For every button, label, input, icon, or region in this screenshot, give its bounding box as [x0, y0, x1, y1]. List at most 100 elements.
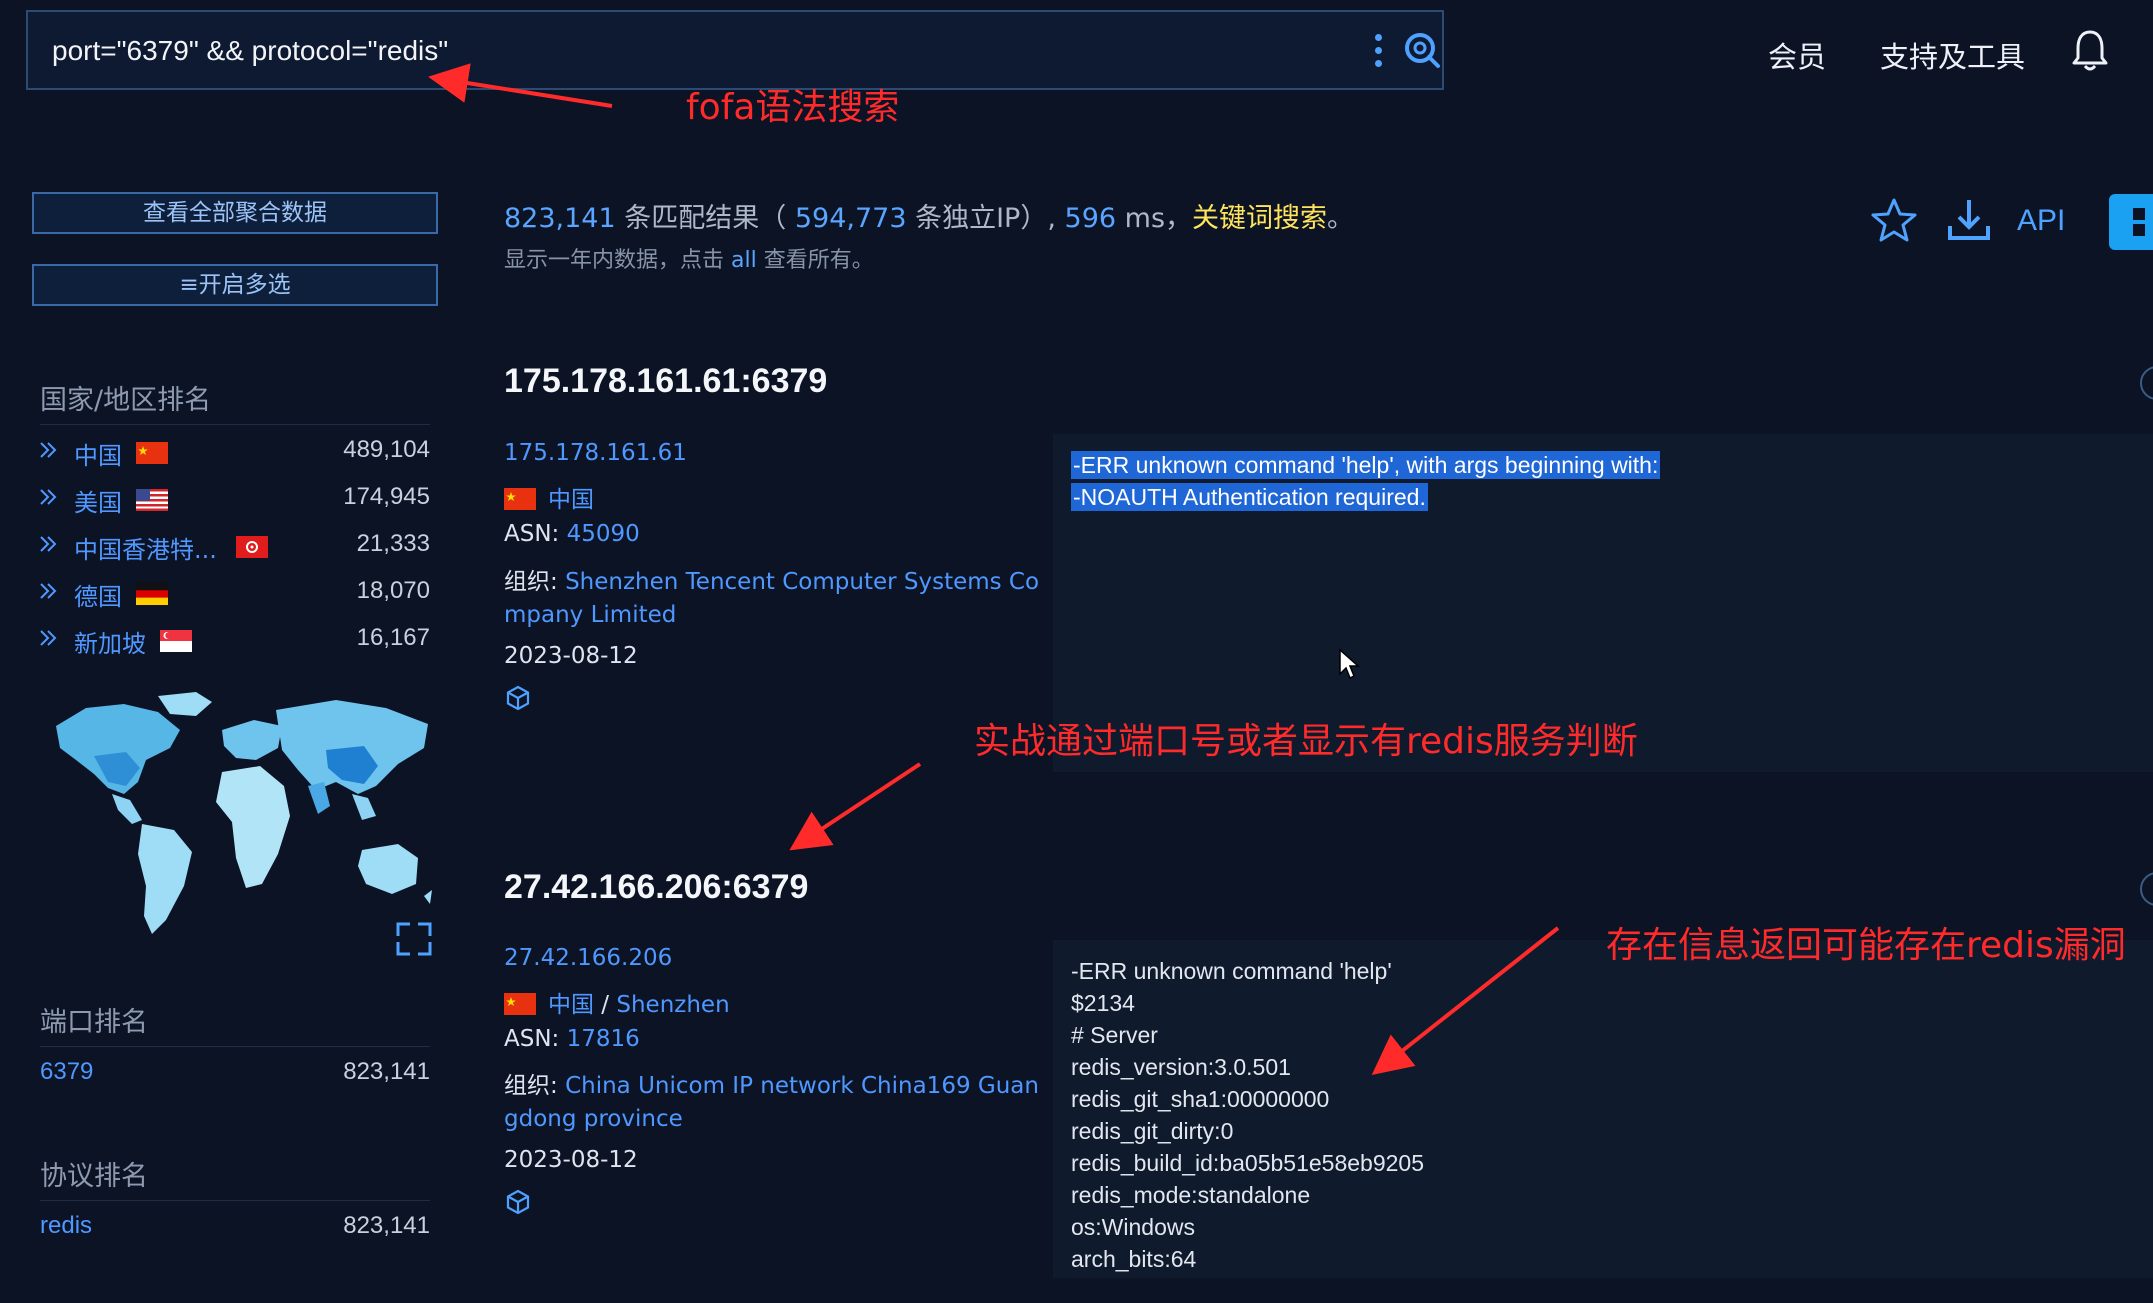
- enable-multi-select-button[interactable]: ≡开启多选: [32, 264, 438, 306]
- note-text: 查看所有。: [763, 248, 874, 273]
- org-link[interactable]: mpany Limited: [504, 602, 676, 628]
- org-link[interactable]: Shenzhen Tencent Computer Systems Co: [565, 569, 1039, 595]
- country-name: 中国: [74, 442, 122, 470]
- ip-link[interactable]: 175.178.161.61: [504, 440, 687, 466]
- result-banner[interactable]: -ERR unknown command 'help' $2134 # Serv…: [1053, 940, 2153, 1278]
- nav-membership-link[interactable]: 会员: [1768, 34, 1826, 76]
- protocol-label[interactable]: redis: [40, 1212, 92, 1240]
- country-link[interactable]: 中国: [548, 992, 594, 1018]
- summary-text: ms，: [1124, 203, 1193, 234]
- country-row-china[interactable]: 中国 489,104: [38, 434, 430, 470]
- country-count: 489,104: [343, 436, 430, 463]
- result-asn: ASN: 17816: [504, 1026, 640, 1052]
- city-link[interactable]: Shenzhen: [616, 992, 729, 1018]
- result-ip[interactable]: 175.178.161.61: [504, 440, 687, 466]
- china-flag-icon: [504, 488, 536, 510]
- download-icon[interactable]: [1945, 196, 1993, 244]
- bell-icon[interactable]: [2070, 28, 2110, 72]
- annotation-search-syntax: fofa语法搜索: [686, 87, 900, 128]
- hongkong-flag-icon: [236, 536, 268, 558]
- result-org: 组织: Shenzhen Tencent Computer Systems Co: [504, 562, 1039, 596]
- result-org-cont: gdong province: [504, 1106, 683, 1132]
- banner-line: # Server: [1071, 1022, 1158, 1048]
- country-name: 德国: [74, 583, 122, 611]
- asn-label: ASN:: [504, 1026, 560, 1052]
- result-org-cont: mpany Limited: [504, 602, 676, 628]
- divider: [40, 424, 430, 425]
- total-results: 823,141: [504, 203, 616, 234]
- banner-line: -NOAUTH Authentication required.: [1071, 483, 1428, 511]
- unique-ip-count: 594,773: [794, 203, 907, 234]
- search-input[interactable]: [50, 26, 1334, 76]
- asn-link[interactable]: 45090: [567, 521, 640, 547]
- country-link[interactable]: 中国: [548, 487, 594, 513]
- nav-support-tools-link[interactable]: 支持及工具: [1880, 34, 2025, 76]
- org-label: 组织:: [504, 1073, 558, 1099]
- ip-link[interactable]: 27.42.166.206: [504, 945, 672, 971]
- protocol-stat-row[interactable]: redis 823,141: [40, 1212, 430, 1246]
- banner-line: -ERR unknown command 'help', with args b…: [1071, 451, 1661, 479]
- annotation-port-judge: 实战通过端口号或者显示有redis服务判断: [974, 721, 1638, 762]
- asn-label: ASN:: [504, 521, 560, 547]
- view-all-aggregation-button[interactable]: 查看全部聚合数据: [32, 192, 438, 234]
- result-org: 组织: China Unicom IP network China169 Gua…: [504, 1066, 1039, 1100]
- country-ranking-title: 国家/地区排名: [40, 385, 212, 416]
- org-link[interactable]: China Unicom IP network China169 Guan: [565, 1073, 1039, 1099]
- search-icon[interactable]: [1402, 30, 1442, 70]
- view-mode-button[interactable]: [2109, 194, 2153, 250]
- result-location: 中国: [504, 480, 594, 514]
- result-checkbox[interactable]: [2140, 366, 2153, 400]
- fofa-results-page: 会员 支持及工具 查看全部聚合数据 ≡开启多选 国家/地区排名 中国 489,1…: [0, 0, 2153, 1303]
- grid-view-icon: [2133, 208, 2145, 236]
- summary-text: 。: [1327, 203, 1355, 234]
- double-chevron-right-icon: [40, 630, 57, 646]
- banner-text: -ERR unknown command 'help', with args b…: [1071, 451, 1661, 479]
- country-name: 新加坡: [74, 630, 146, 658]
- country-row-singapore[interactable]: 新加坡 16,167: [38, 622, 430, 658]
- star-icon[interactable]: [1870, 196, 1918, 244]
- port-label[interactable]: 6379: [40, 1058, 93, 1086]
- banner-line: redis_mode:standalone: [1071, 1182, 1311, 1208]
- org-link[interactable]: gdong province: [504, 1106, 683, 1132]
- results-note: 显示一年内数据，点击 all 查看所有。: [504, 242, 874, 274]
- banner-line: redis_version:3.0.501: [1071, 1054, 1291, 1080]
- banner-line: $2134: [1071, 990, 1135, 1016]
- country-row-usa[interactable]: 美国 174,945: [38, 481, 430, 517]
- singapore-flag-icon: [160, 630, 192, 652]
- country-row-hongkong[interactable]: 中国香港特... 21,333: [38, 528, 430, 564]
- banner-line: arch_bits:64: [1071, 1246, 1197, 1272]
- asn-link[interactable]: 17816: [567, 1026, 640, 1052]
- country-row-germany[interactable]: 德国 18,070: [38, 575, 430, 611]
- port-ranking-title: 端口排名: [40, 1007, 148, 1038]
- more-options-icon[interactable]: [1372, 34, 1384, 70]
- result-title[interactable]: 27.42.166.206:6379: [504, 868, 808, 907]
- port-count: 823,141: [343, 1058, 430, 1085]
- query-time: 596: [1064, 203, 1117, 234]
- cube-icon[interactable]: [504, 1188, 532, 1216]
- result-location: 中国 / Shenzhen: [504, 985, 730, 1019]
- banner-text: -NOAUTH Authentication required.: [1071, 483, 1428, 511]
- banner-line: redis_build_id:ba05b51e58eb9205: [1071, 1150, 1424, 1176]
- double-chevron-right-icon: [40, 489, 57, 505]
- double-chevron-right-icon: [40, 442, 57, 458]
- usa-flag-icon: [136, 489, 168, 511]
- country-name: 美国: [74, 489, 122, 517]
- show-all-link[interactable]: all: [731, 248, 757, 273]
- annotation-vuln: 存在信息返回可能存在redis漏洞: [1606, 925, 2126, 966]
- cube-icon[interactable]: [504, 684, 532, 712]
- country-count: 174,945: [343, 483, 430, 510]
- germany-flag-icon: [136, 583, 168, 605]
- result-checkbox[interactable]: [2140, 872, 2153, 906]
- keyword-search-link[interactable]: 关键词搜索: [1192, 203, 1327, 234]
- api-button[interactable]: API: [2017, 204, 2065, 238]
- divider: [40, 1200, 430, 1201]
- double-chevron-right-icon: [40, 583, 57, 599]
- expand-icon[interactable]: [396, 922, 432, 956]
- world-distribution-map[interactable]: [46, 690, 436, 960]
- result-title[interactable]: 175.178.161.61:6379: [504, 362, 827, 401]
- banner-line: redis_git_dirty:0: [1071, 1118, 1234, 1144]
- org-label: 组织:: [504, 569, 558, 595]
- china-flag-icon: [136, 442, 168, 464]
- result-ip[interactable]: 27.42.166.206: [504, 945, 672, 971]
- port-stat-row[interactable]: 6379 823,141: [40, 1058, 430, 1092]
